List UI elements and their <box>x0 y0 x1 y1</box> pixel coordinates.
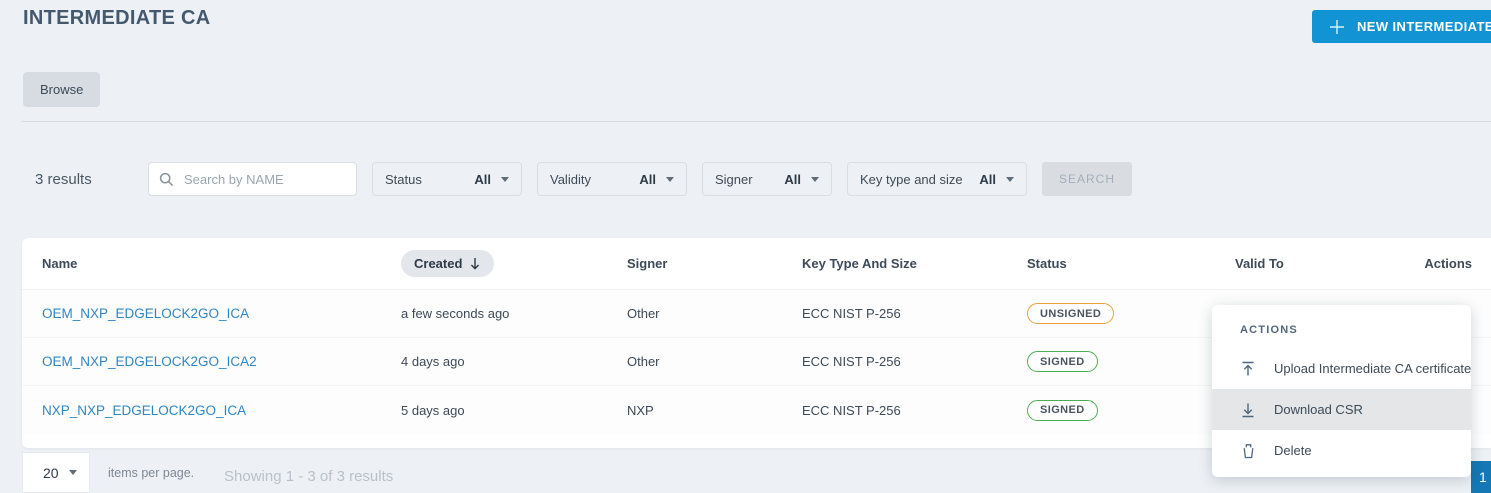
new-intermediate-ca-label: NEW INTERMEDIATE CA <box>1357 19 1491 34</box>
items-per-page-select[interactable]: 20 <box>22 452 90 493</box>
filter-signer-value: All <box>784 171 801 187</box>
results-count: 3 results <box>35 171 92 188</box>
ca-name-link[interactable]: OEM_NXP_EDGELOCK2GO_ICA <box>42 306 249 321</box>
upload-icon <box>1240 361 1256 377</box>
page-title: INTERMEDIATE CA <box>23 7 211 29</box>
browse-label: Browse <box>40 82 84 97</box>
new-intermediate-ca-button[interactable]: NEW INTERMEDIATE CA <box>1312 10 1491 43</box>
column-header-signer: Signer <box>627 256 668 271</box>
chevron-down-icon <box>666 176 674 182</box>
chevron-down-icon <box>501 176 509 182</box>
search-icon <box>159 172 174 186</box>
column-header-valid-to: Valid To <box>1235 256 1284 271</box>
filter-validity-value: All <box>639 171 656 187</box>
column-header-name: Name <box>42 256 78 271</box>
ca-name-link[interactable]: OEM_NXP_EDGELOCK2GO_ICA2 <box>42 354 257 369</box>
chevron-down-icon <box>1006 176 1014 182</box>
ca-name-link[interactable]: NXP_NXP_EDGELOCK2GO_ICA <box>42 403 246 418</box>
key-type-cell: ECC NIST P-256 <box>802 402 901 418</box>
key-type-cell: ECC NIST P-256 <box>802 354 901 369</box>
filter-validity[interactable]: Validity All <box>537 162 687 196</box>
filter-key-type-label: Key type and size <box>860 171 963 187</box>
sort-created-label: Created <box>414 256 463 271</box>
key-type-cell: ECC NIST P-256 <box>802 306 901 321</box>
page-1-button[interactable]: 1 <box>1471 461 1491 493</box>
created-cell: a few seconds ago <box>401 306 510 321</box>
column-header-key-type: Key Type And Size <box>802 256 917 271</box>
filter-signer-label: Signer <box>715 171 753 187</box>
menu-item-label: Upload Intermediate CA certificate <box>1274 361 1471 376</box>
sort-desc-icon <box>471 258 480 270</box>
sort-created-button[interactable]: Created <box>401 250 495 277</box>
column-header-created: Created <box>401 238 495 289</box>
search-box[interactable] <box>148 162 357 196</box>
items-per-page-value: 20 <box>43 464 59 481</box>
tab-browse[interactable]: Browse <box>23 72 101 107</box>
filter-status-value: All <box>474 171 491 187</box>
plus-icon <box>1328 18 1346 36</box>
column-header-actions: Actions <box>1424 256 1472 271</box>
download-icon <box>1240 402 1256 418</box>
filter-validity-label: Validity <box>550 171 591 187</box>
search-button[interactable]: SEARCH <box>1042 162 1132 196</box>
showing-results-text: Showing 1 - 3 of 3 results <box>224 468 394 485</box>
menu-item-upload-certificate[interactable]: Upload Intermediate CA certificate <box>1212 348 1471 389</box>
filter-status-label: Status <box>385 171 422 187</box>
header-divider <box>22 121 1491 122</box>
menu-item-download-csr[interactable]: Download CSR <box>1212 389 1471 430</box>
filter-signer[interactable]: Signer All <box>702 162 832 196</box>
search-input[interactable] <box>182 170 356 188</box>
filter-status[interactable]: Status All <box>372 162 522 196</box>
chevron-down-icon <box>69 470 77 475</box>
menu-item-label: Delete <box>1274 443 1312 458</box>
filter-key-type-and-size[interactable]: Key type and size All <box>847 162 1027 196</box>
actions-menu: ACTIONS Upload Intermediate CA certifica… <box>1212 305 1471 477</box>
status-badge: SIGNED <box>1027 351 1098 372</box>
signer-cell: Other <box>627 354 660 369</box>
trash-icon <box>1240 443 1256 459</box>
signer-cell: NXP <box>627 402 654 418</box>
table-header-row: Name Created Signer Key Type And Size St… <box>22 238 1491 290</box>
menu-item-delete[interactable]: Delete <box>1212 430 1471 471</box>
column-header-status: Status <box>1027 256 1067 271</box>
filter-key-type-value: All <box>979 171 996 187</box>
menu-item-label: Download CSR <box>1274 402 1363 417</box>
signer-cell: Other <box>627 306 660 321</box>
chevron-down-icon <box>811 176 819 182</box>
created-cell: 4 days ago <box>401 354 465 369</box>
created-cell: 5 days ago <box>401 402 465 418</box>
status-badge: SIGNED <box>1027 399 1098 421</box>
actions-menu-title: ACTIONS <box>1240 324 1298 336</box>
items-per-page-label: items per page. <box>108 466 195 480</box>
status-badge: UNSIGNED <box>1027 303 1115 324</box>
